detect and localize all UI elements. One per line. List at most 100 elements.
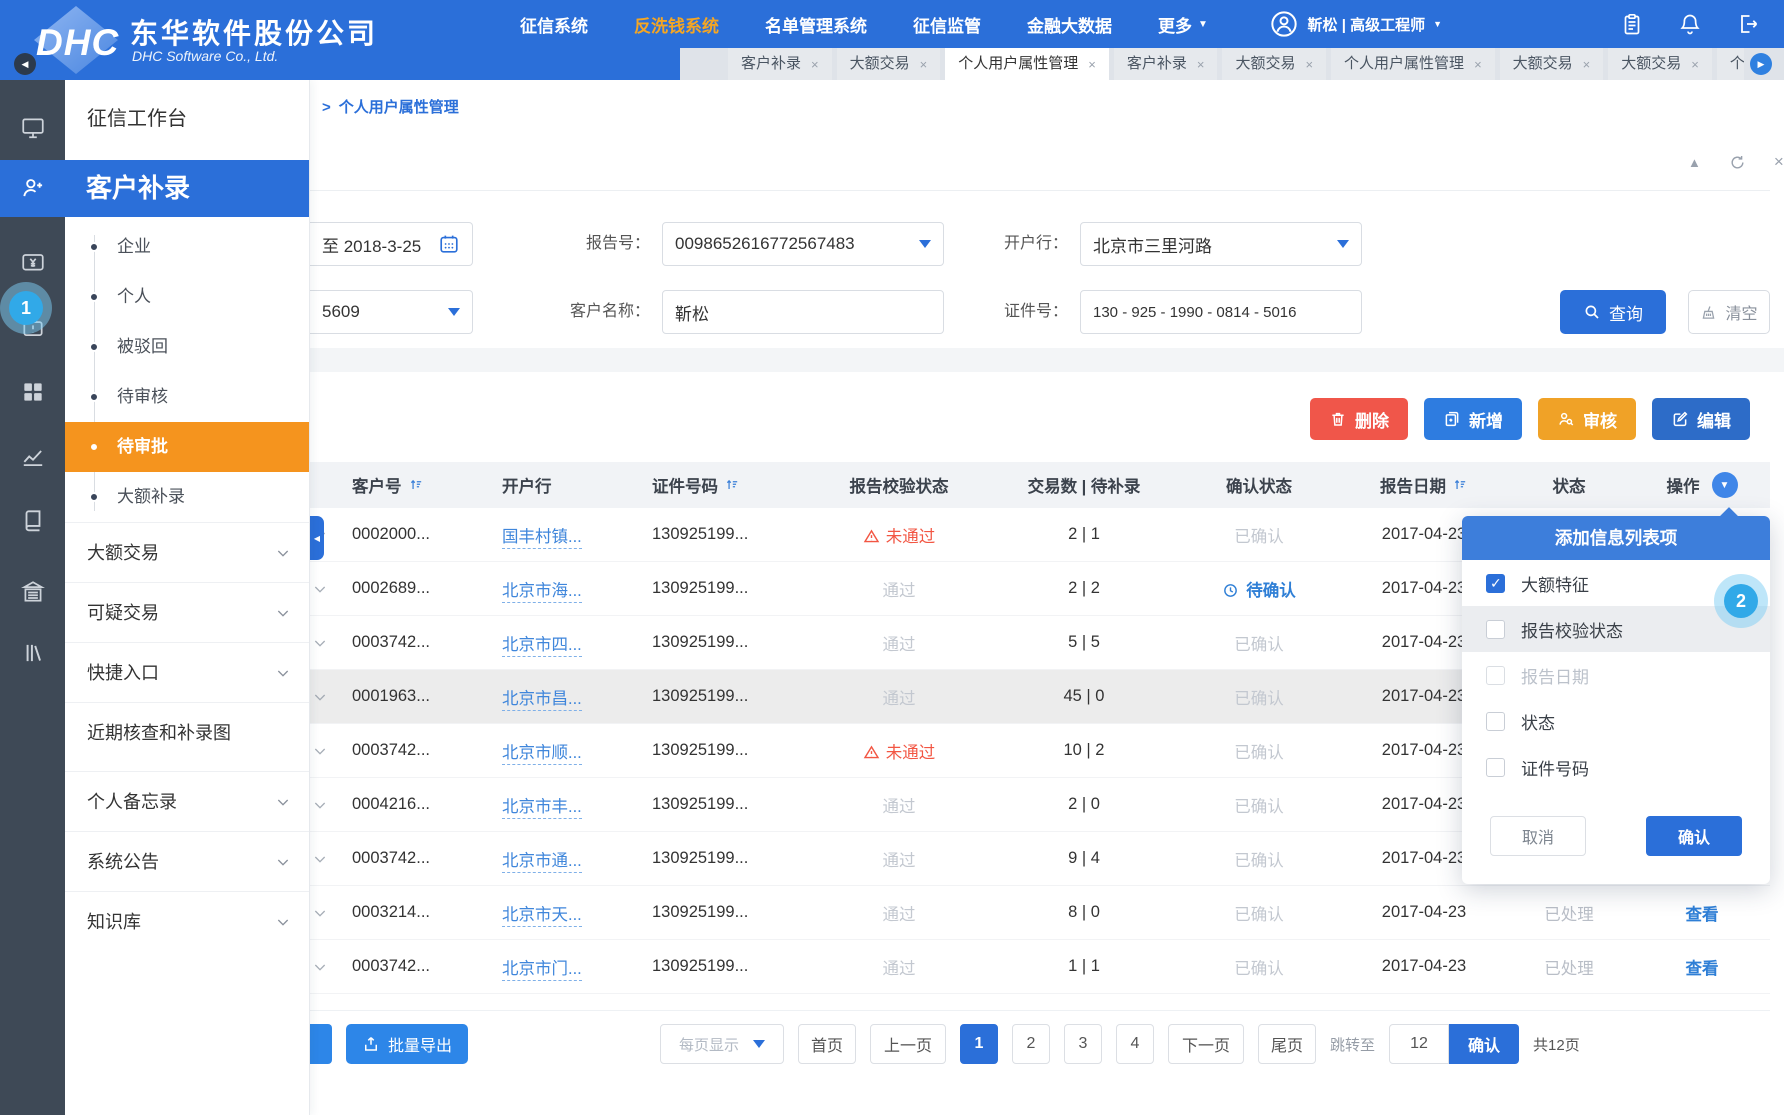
page-tab[interactable]: 个人用户属性管理 ×: [945, 48, 1109, 80]
sidebar-section-item[interactable]: 个人备忘录: [65, 771, 309, 831]
bank-link[interactable]: 北京市门...: [502, 960, 582, 981]
close-tab-icon[interactable]: ×: [1474, 58, 1482, 71]
add-button[interactable]: 新增: [1424, 398, 1522, 440]
page-tab[interactable]: 大额交易 ×: [1222, 48, 1326, 80]
row-expander[interactable]: [310, 635, 344, 651]
bank-link[interactable]: 北京市顺...: [502, 744, 582, 765]
row-expander[interactable]: [310, 581, 344, 597]
close-tab-icon[interactable]: ×: [811, 58, 819, 71]
truncated-select[interactable]: 5609: [310, 290, 473, 334]
sidebar-sub-item[interactable]: 大额补录: [65, 472, 309, 522]
clipboard-icon[interactable]: [1620, 12, 1644, 36]
query-button[interactable]: 查询: [1560, 290, 1666, 334]
prev-page-button[interactable]: 上一页: [870, 1024, 946, 1064]
card-yen-icon[interactable]: [20, 249, 46, 275]
col-state[interactable]: 状态: [1504, 473, 1634, 497]
page-tab[interactable]: 大额交易 ×: [1500, 48, 1604, 80]
sidebar-section-item[interactable]: 系统公告: [65, 831, 309, 891]
top-nav-item[interactable]: 金融大数据 ▼: [1027, 12, 1112, 37]
col-tx-count[interactable]: 交易数 | 待补录: [994, 473, 1174, 497]
sidebar-sub-item[interactable]: 待审核: [65, 372, 309, 422]
top-nav-item[interactable]: 反洗钱系统 ▼: [634, 12, 719, 37]
sidebar-collapse-handle[interactable]: ◀: [310, 516, 324, 560]
checkbox-icon[interactable]: [1486, 574, 1505, 593]
sidebar-item-customer-supplement[interactable]: 客户补录: [65, 160, 309, 217]
book-icon[interactable]: [20, 507, 46, 533]
row-expander[interactable]: [310, 851, 344, 867]
sidebar-section-item[interactable]: 可疑交易: [65, 582, 309, 642]
archive-icon[interactable]: [20, 579, 46, 605]
top-nav-item[interactable]: 更多 ▼: [1158, 12, 1208, 37]
col-confirm-status[interactable]: 确认状态: [1174, 473, 1344, 497]
close-tab-icon[interactable]: ×: [1691, 58, 1699, 71]
bank-select[interactable]: 北京市三里河路: [1080, 222, 1362, 266]
close-icon[interactable]: ×: [1774, 152, 1784, 172]
top-nav-item[interactable]: 名单管理系统 ▼: [765, 12, 867, 37]
checkbox-icon[interactable]: [1486, 712, 1505, 731]
close-tab-icon[interactable]: ×: [1197, 58, 1205, 71]
confirm-button[interactable]: 确认: [1646, 816, 1742, 856]
sidebar-section-item[interactable]: 近期核查和补录图: [65, 702, 309, 762]
bank-link[interactable]: 北京市四...: [502, 636, 582, 657]
row-expander[interactable]: [310, 743, 344, 759]
page-tab[interactable]: 个 ×: [1717, 48, 1744, 80]
checkbox-icon[interactable]: [1486, 620, 1505, 639]
bank-link[interactable]: 北京市海...: [502, 582, 582, 603]
view-link[interactable]: 查看: [1634, 955, 1770, 979]
chart-icon[interactable]: [20, 444, 46, 470]
view-link[interactable]: 查看: [1634, 901, 1770, 925]
col-report-date[interactable]: 报告日期: [1344, 473, 1504, 497]
sidebar-sub-item[interactable]: 待审批: [65, 422, 309, 472]
cancel-button[interactable]: 取消: [1490, 816, 1586, 856]
logout-icon[interactable]: [1736, 12, 1760, 36]
audit-button[interactable]: 审核: [1538, 398, 1636, 440]
user-name[interactable]: 靳松 | 高级工程师: [1308, 14, 1426, 35]
sidebar-section-item[interactable]: 大额交易: [65, 522, 309, 582]
row-expander[interactable]: [310, 689, 344, 705]
page-number-button[interactable]: 4: [1116, 1024, 1154, 1064]
library-icon[interactable]: [20, 640, 46, 666]
page-tab[interactable]: 个人用户属性管理 ×: [1331, 48, 1495, 80]
avatar-icon[interactable]: [1270, 10, 1298, 38]
jump-confirm-button[interactable]: 确认: [1449, 1024, 1519, 1064]
table-row[interactable]: 0003214... 北京市天... 130925199... 通过 8 | 0…: [310, 886, 1770, 940]
page-number-button[interactable]: 1: [960, 1024, 998, 1064]
sidebar-sub-item[interactable]: 被驳回: [65, 322, 309, 372]
sidebar-item-workbench[interactable]: 征信工作台: [65, 102, 309, 131]
sidebar-sub-item[interactable]: 个人: [65, 272, 309, 322]
customer-search-icon[interactable]: [20, 175, 46, 201]
user-chevron-down-icon[interactable]: ▼: [1433, 19, 1442, 29]
tabs-scroll-right-button[interactable]: ▶: [1750, 53, 1772, 75]
page-size-select[interactable]: 每页显示: [660, 1024, 784, 1064]
top-nav-item[interactable]: 征信系统 ▼: [520, 12, 588, 37]
row-expander[interactable]: [310, 905, 344, 921]
column-option[interactable]: 报告日期: [1462, 652, 1770, 698]
refresh-icon[interactable]: [1729, 154, 1746, 171]
bank-link[interactable]: 国丰村镇...: [502, 528, 582, 549]
report-no-select[interactable]: 0098652616772567483: [662, 222, 944, 266]
page-number-button[interactable]: 2: [1012, 1024, 1050, 1064]
customer-name-input[interactable]: 靳松: [662, 290, 944, 334]
page-number-button[interactable]: 3: [1064, 1024, 1102, 1064]
last-page-button[interactable]: 尾页: [1258, 1024, 1316, 1064]
apps-grid-icon[interactable]: [20, 379, 46, 405]
tabs-scroll-left-button[interactable]: ◀: [14, 53, 36, 75]
top-nav-item[interactable]: 征信监管 ▼: [913, 12, 981, 37]
table-row[interactable]: 0003742... 北京市门... 130925199... 通过 1 | 1…: [310, 940, 1770, 994]
clear-button[interactable]: 清空: [1688, 290, 1770, 334]
sidebar-section-item[interactable]: 知识库: [65, 891, 309, 951]
calendar-icon[interactable]: [438, 233, 460, 255]
column-option[interactable]: 状态: [1462, 698, 1770, 744]
col-bank[interactable]: 开户行: [494, 473, 644, 497]
col-id-no[interactable]: 证件号码: [644, 473, 804, 497]
close-tab-icon[interactable]: ×: [1583, 58, 1591, 71]
edit-button[interactable]: 编辑: [1652, 398, 1750, 440]
bank-link[interactable]: 北京市天...: [502, 906, 582, 927]
row-expander[interactable]: [310, 797, 344, 813]
batch-export-button[interactable]: 批量导出: [346, 1024, 468, 1064]
page-tab[interactable]: 大额交易 ×: [1608, 48, 1712, 80]
sidebar-sub-item[interactable]: 企业: [65, 222, 309, 272]
collapse-icon[interactable]: ▲: [1688, 155, 1701, 170]
close-tab-icon[interactable]: ×: [1305, 58, 1313, 71]
id-no-input[interactable]: 130 - 925 - 1990 - 0814 - 5016: [1080, 290, 1362, 334]
